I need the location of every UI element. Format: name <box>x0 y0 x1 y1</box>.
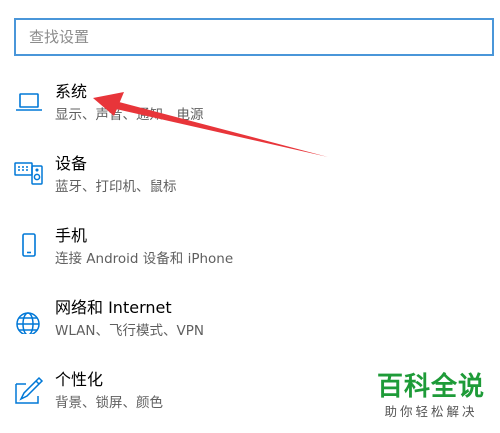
settings-item-description: 显示、声音、通知、电源 <box>55 107 204 123</box>
phone-icon <box>12 228 46 262</box>
devices-icon <box>12 156 46 190</box>
settings-item-description: 背景、锁屏、颜色 <box>55 395 163 411</box>
settings-item-title: 网络和 Internet <box>55 298 172 317</box>
settings-item-title: 手机 <box>55 226 88 245</box>
settings-item-phone[interactable]: 手机 连接 Android 设备和 iPhone <box>0 222 500 282</box>
globe-icon <box>12 300 46 334</box>
settings-item-description: 蓝牙、打印机、鼠标 <box>55 179 177 195</box>
search-input[interactable] <box>14 18 494 56</box>
settings-item-network[interactable]: 网络和 Internet WLAN、飞行模式、VPN <box>0 294 500 354</box>
watermark-title: 百科全说 <box>376 372 485 402</box>
settings-item-devices[interactable]: 设备 蓝牙、打印机、鼠标 <box>0 150 500 210</box>
settings-item-description: WLAN、飞行模式、VPN <box>55 323 204 339</box>
settings-window: 系统 显示、声音、通知、电源 设备 蓝牙、打印机、鼠标 <box>0 0 500 433</box>
settings-item-system[interactable]: 系统 显示、声音、通知、电源 <box>0 78 500 138</box>
settings-item-title: 个性化 <box>55 370 104 389</box>
watermark-logo: 百科全说 助你轻松解决 <box>370 372 492 420</box>
settings-item-title: 设备 <box>55 154 88 173</box>
laptop-icon <box>12 84 46 118</box>
settings-item-title: 系统 <box>55 82 88 101</box>
watermark-slogan: 助你轻松解决 <box>384 404 478 419</box>
settings-item-description: 连接 Android 设备和 iPhone <box>55 251 234 267</box>
personalization-icon <box>12 372 46 406</box>
